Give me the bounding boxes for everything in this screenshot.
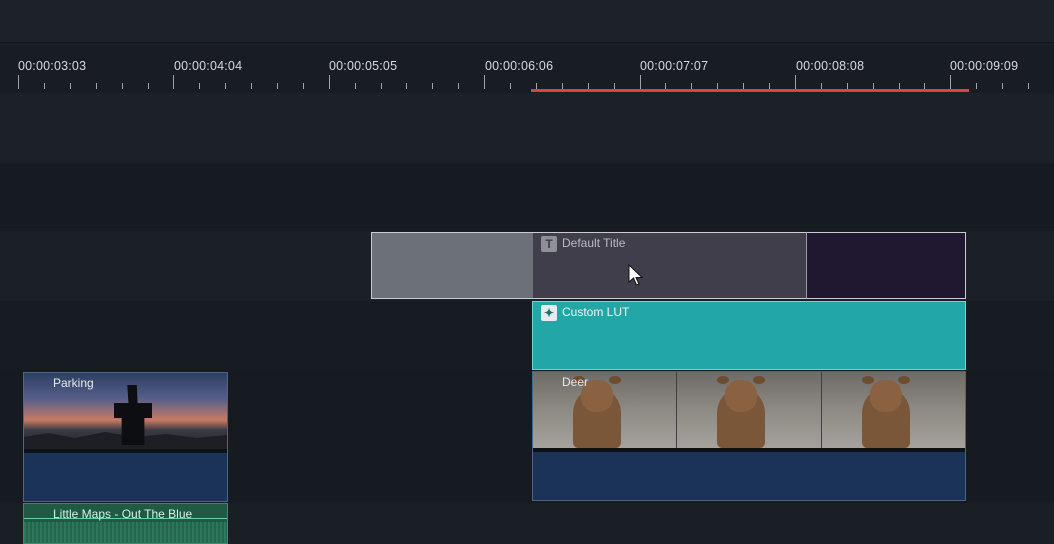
ruler-minor-tick: [277, 83, 278, 89]
title-clip-selected-region[interactable]: [371, 232, 533, 299]
ruler-major-tick: [950, 75, 951, 89]
video-clip-deer[interactable]: Deer: [532, 371, 966, 501]
ruler-major-tick: [640, 75, 641, 89]
title-clip[interactable]: T Default Title: [533, 232, 806, 299]
track-lane-empty[interactable]: [0, 163, 1054, 231]
effect-clip-label: Custom LUT: [562, 305, 630, 319]
ruler-minor-tick: [44, 83, 45, 89]
title-clip-label: Default Title: [562, 236, 626, 250]
ruler-minor-tick: [199, 83, 200, 89]
timecode-label: 00:00:08:08: [796, 59, 865, 73]
lut-effect-icon: ✦: [541, 305, 557, 321]
timecode-label: 00:00:05:05: [329, 59, 398, 73]
text-title-icon: T: [541, 236, 557, 252]
ruler-major-tick: [484, 75, 485, 89]
track-lane-empty[interactable]: [0, 93, 1054, 163]
work-area-range-bar[interactable]: [531, 89, 969, 92]
timeline-ruler[interactable]: 00:00:03:03 00:00:04:04 00:00:05:05 00:0…: [0, 43, 1054, 93]
ruler-minor-tick: [976, 83, 977, 89]
lut-effect-clip[interactable]: ✦ Custom LUT: [532, 301, 966, 370]
timecode-label: 00:00:07:07: [640, 59, 709, 73]
clip-thumbnail: [821, 372, 965, 448]
audio-clip-label: Little Maps - Out The Blue: [53, 507, 193, 521]
ruler-minor-tick: [510, 83, 511, 89]
ruler-minor-tick: [251, 83, 252, 89]
clip-thumbnail-strip: [533, 372, 965, 448]
video-clip-label: Deer: [562, 375, 589, 389]
clip-divider: [24, 449, 227, 453]
timeline-toolbar: [0, 0, 1054, 43]
ruler-major-tick: [329, 75, 330, 89]
title-clip-tail[interactable]: [806, 232, 966, 299]
timecode-label: 00:00:04:04: [174, 59, 243, 73]
ruler-minor-tick: [432, 83, 433, 89]
mouse-pointer-icon: [628, 264, 644, 286]
audio-waveform: [24, 522, 227, 543]
ruler-minor-tick: [70, 83, 71, 89]
ruler-minor-tick: [1028, 83, 1029, 89]
timecode-label: 00:00:06:06: [485, 59, 554, 73]
ruler-major-tick: [173, 75, 174, 89]
timecode-label: 00:00:09:09: [950, 59, 1019, 73]
ruler-minor-tick: [1002, 83, 1003, 89]
ruler-minor-tick: [122, 83, 123, 89]
clip-thumbnail: [533, 372, 678, 448]
ruler-minor-tick: [303, 83, 304, 89]
ruler-minor-tick: [96, 83, 97, 89]
ruler-minor-tick: [355, 83, 356, 89]
ruler-minor-tick: [225, 83, 226, 89]
ruler-minor-tick: [406, 83, 407, 89]
ruler-minor-tick: [381, 83, 382, 89]
ruler-major-tick: [795, 75, 796, 89]
ruler-minor-tick: [458, 83, 459, 89]
timecode-label: 00:00:03:03: [18, 59, 87, 73]
clip-divider: [533, 448, 965, 452]
ruler-major-tick: [18, 75, 19, 89]
video-clip-parking[interactable]: Parking: [23, 372, 228, 502]
audio-clip[interactable]: Little Maps - Out The Blue: [23, 503, 228, 544]
video-clip-label: Parking: [53, 376, 94, 390]
ruler-minor-tick: [148, 83, 149, 89]
clip-thumbnail: [677, 372, 822, 448]
